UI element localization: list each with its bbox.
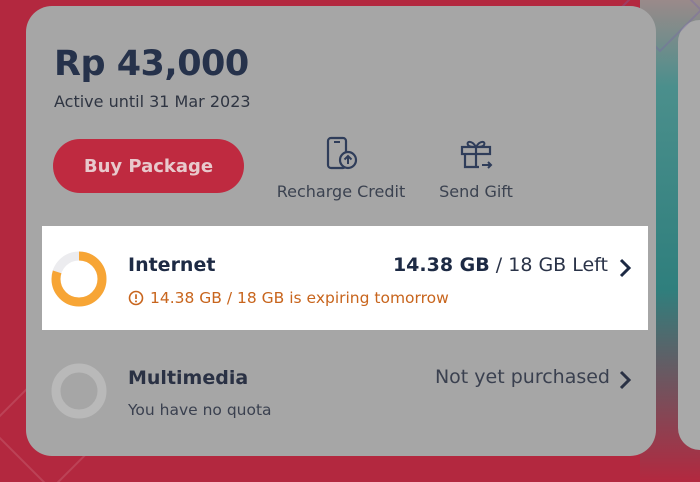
internet-expiry-warning: 14.38 GB / 18 GB is expiring tomorrow: [128, 289, 449, 310]
buy-package-button[interactable]: Buy Package: [53, 139, 244, 193]
multimedia-status: Not yet purchased: [434, 366, 610, 388]
next-card-peek: [678, 20, 700, 450]
internet-warning-text: 14.38 GB / 18 GB is expiring tomorrow: [150, 289, 449, 307]
internet-quota-row[interactable]: Internet 14.38 GB / 18 GB Left 14.38 GB …: [42, 226, 648, 330]
alert-circle-icon: [128, 290, 144, 310]
internet-title: Internet: [128, 254, 216, 276]
internet-quota-text: 14.38 GB / 18 GB Left: [393, 254, 608, 276]
multimedia-subtitle: You have no quota: [128, 401, 272, 419]
active-until-label: Active until 31 Mar 2023: [54, 92, 251, 111]
recharge-credit-button[interactable]: Recharge Credit: [266, 136, 416, 201]
balance-amount: Rp 43,000: [54, 44, 249, 84]
phone-upload-icon: [266, 136, 416, 176]
chevron-right-icon: [618, 370, 632, 394]
gift-icon: [430, 136, 522, 176]
multimedia-quota-row[interactable]: Multimedia Not yet purchased You have no…: [42, 348, 648, 438]
internet-total: / 18 GB Left: [489, 254, 608, 276]
send-gift-button[interactable]: Send Gift: [430, 136, 522, 201]
internet-quota-ring: [50, 250, 108, 312]
multimedia-quota-ring: [50, 362, 108, 424]
send-gift-label: Send Gift: [439, 182, 513, 201]
internet-remaining: 14.38 GB: [392, 254, 490, 276]
chevron-right-icon: [618, 258, 632, 282]
recharge-credit-label: Recharge Credit: [276, 182, 406, 201]
multimedia-title: Multimedia: [128, 367, 249, 389]
